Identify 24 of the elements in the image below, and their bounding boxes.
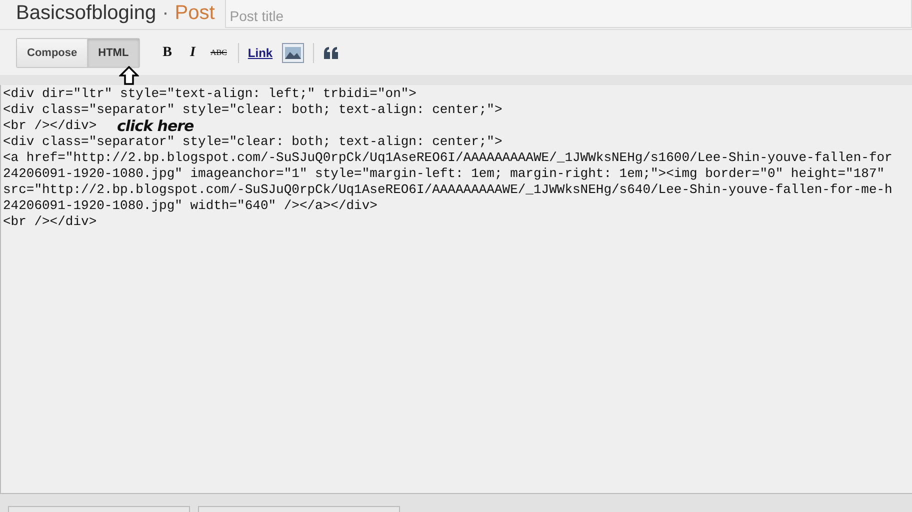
- image-icon[interactable]: [282, 42, 304, 62]
- code-line: <div class="separator" style="clear: both; text-align: center;">: [3, 102, 502, 118]
- title-separator: ·: [162, 1, 169, 26]
- link-button[interactable]: Link: [248, 46, 273, 60]
- bold-button[interactable]: B: [156, 44, 178, 60]
- code-line: <div dir="ltr" style="text-align: left;" trbidi="on">: [3, 86, 416, 102]
- code-line: 24206091-1920-1080.jpg" imageanchor="1" style="margin-left: 1em; margin-right: 1em;"><img border="0" height="187": [3, 166, 885, 182]
- code-line: <br /></div>: [3, 214, 97, 230]
- html-editor[interactable]: [0, 85, 912, 494]
- post-title-field[interactable]: Post title: [224, 0, 912, 28]
- mode-tab[interactable]: Compose: [17, 38, 88, 66]
- code-line: src="http://2.bp.blogspot.com/-SuSJuQ0rpCk/Uq1AseREO6I/AAAAAAAAAWE/_1JWWksNEHg/s640/Lee-Shin-youve-fallen-for-me-h: [3, 182, 892, 198]
- mode-tab[interactable]: HTML: [87, 38, 139, 66]
- annotation-text: click here: [117, 117, 194, 135]
- code-line: 24206091-1920-1080.jpg" width="640" /></a></div>: [3, 198, 378, 214]
- italic-button[interactable]: I: [184, 44, 202, 60]
- blog-name: Basicsofbloging: [16, 1, 156, 26]
- code-line: <div class="separator" style="clear: both; text-align: center;">: [3, 134, 502, 150]
- strikethrough-button[interactable]: ABC: [207, 48, 230, 57]
- up-arrow-icon: [119, 66, 139, 85]
- quote-icon[interactable]: [322, 46, 339, 60]
- code-line: <br /></div>: [3, 118, 97, 134]
- code-line: <a href="http://2.bp.blogspot.com/-SuSJuQ0rpCk/Uq1AseREO6I/AAAAAAAAAWE/_1JWWksNEHg/s1600/Lee-Shin-youve-fallen-for: [3, 150, 892, 166]
- page-type-label: Post: [174, 1, 215, 26]
